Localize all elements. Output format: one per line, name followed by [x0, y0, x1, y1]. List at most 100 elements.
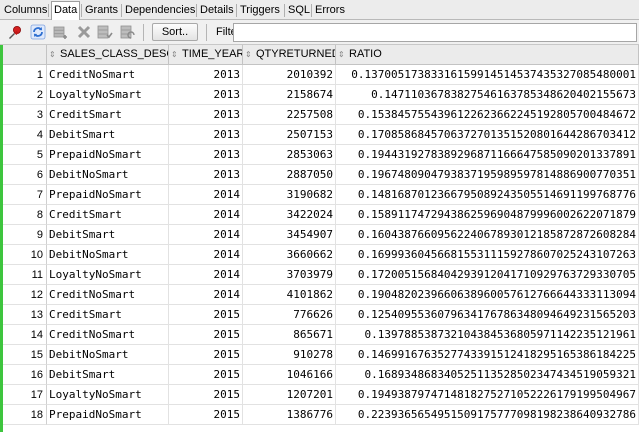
cell-ratio[interactable]: 0.16999360456681553111592786070252431072…: [336, 245, 639, 265]
delete-row-icon[interactable]: [76, 24, 92, 40]
cell-sales-class-desc[interactable]: DebitSmart: [47, 365, 169, 385]
cell-ratio[interactable]: 0.16043876609562240678930121858728726082…: [336, 225, 639, 245]
cell-ratio[interactable]: 0.22393656549515091757770981982386409327…: [336, 405, 639, 425]
table-row[interactable]: 18 PrepaidNoSmart 2015 1386776 0.22393656549…: [3, 405, 639, 425]
row-number[interactable]: 10: [3, 245, 47, 265]
pin-icon[interactable]: [7, 24, 23, 40]
cell-ratio[interactable]: 0.19493879747148182752710522261791995049…: [336, 385, 639, 405]
table-row[interactable]: 7 PrepaidNoSmart 2014 3190682 0.148168701236…: [3, 185, 639, 205]
cell-time-year[interactable]: 2015: [169, 325, 243, 345]
row-number[interactable]: 11: [3, 265, 47, 285]
cell-qtyreturned[interactable]: 2507153: [243, 125, 336, 145]
row-number[interactable]: 17: [3, 385, 47, 405]
cell-time-year[interactable]: 2015: [169, 405, 243, 425]
cell-qtyreturned[interactable]: 3454907: [243, 225, 336, 245]
cell-ratio[interactable]: 0.19443192783892968711666475850902013378…: [336, 145, 639, 165]
column-header-sales-class-desc[interactable]: ⇕ SALES_CLASS_DESC: [47, 45, 169, 65]
cell-ratio[interactable]: 0.16893486834052511352850234743451905932…: [336, 365, 639, 385]
cell-sales-class-desc[interactable]: DebitNoSmart: [47, 245, 169, 265]
table-row[interactable]: 9 DebitSmart 2014 3454907 0.1604387660956224…: [3, 225, 639, 245]
cell-sales-class-desc[interactable]: CreditSmart: [47, 105, 169, 125]
cell-sales-class-desc[interactable]: LoyaltyNoSmart: [47, 265, 169, 285]
table-row[interactable]: 2 LoyaltyNoSmart 2013 2158674 0.147110367838…: [3, 85, 639, 105]
row-number[interactable]: 13: [3, 305, 47, 325]
cell-time-year[interactable]: 2013: [169, 125, 243, 145]
row-number[interactable]: 3: [3, 105, 47, 125]
cell-time-year[interactable]: 2013: [169, 165, 243, 185]
tab-sql[interactable]: SQL: [286, 2, 312, 19]
row-number[interactable]: 8: [3, 205, 47, 225]
table-row[interactable]: 13 CreditSmart 2015 776626 0.125409553607963…: [3, 305, 639, 325]
insert-row-icon[interactable]: [53, 24, 69, 40]
table-row[interactable]: 11 LoyaltyNoSmart 2014 3703979 0.17200515684…: [3, 265, 639, 285]
row-number[interactable]: 12: [3, 285, 47, 305]
cell-time-year[interactable]: 2014: [169, 225, 243, 245]
row-number[interactable]: 5: [3, 145, 47, 165]
cell-time-year[interactable]: 2014: [169, 185, 243, 205]
table-row[interactable]: 15 DebitNoSmart 2015 910278 0.14699167635277…: [3, 345, 639, 365]
cell-time-year[interactable]: 2013: [169, 85, 243, 105]
cell-qtyreturned[interactable]: 3660662: [243, 245, 336, 265]
row-number[interactable]: 15: [3, 345, 47, 365]
tab-grants[interactable]: Grants: [83, 2, 120, 19]
cell-time-year[interactable]: 2014: [169, 285, 243, 305]
cell-qtyreturned[interactable]: 2010392: [243, 65, 336, 85]
refresh-icon[interactable]: [30, 24, 46, 40]
cell-sales-class-desc[interactable]: PrepaidNoSmart: [47, 185, 169, 205]
cell-ratio[interactable]: 0.14699167635277433915124182951653861842…: [336, 345, 639, 365]
cell-time-year[interactable]: 2015: [169, 305, 243, 325]
cell-ratio[interactable]: 0.12540955360796341767863480946492315652…: [336, 305, 639, 325]
cell-time-year[interactable]: 2014: [169, 245, 243, 265]
cell-time-year[interactable]: 2013: [169, 105, 243, 125]
cell-ratio[interactable]: 0.14711036783827546163785348620402155673: [336, 85, 639, 105]
table-row[interactable]: 3 CreditSmart 2013 2257508 0.153845755439612…: [3, 105, 639, 125]
cell-sales-class-desc[interactable]: CreditNoSmart: [47, 285, 169, 305]
cell-ratio[interactable]: 0.15891174729438625969048799960026220718…: [336, 205, 639, 225]
cell-ratio[interactable]: 0.17085868457063727013515208016442867034…: [336, 125, 639, 145]
cell-sales-class-desc[interactable]: DebitSmart: [47, 125, 169, 145]
cell-qtyreturned[interactable]: 776626: [243, 305, 336, 325]
cell-qtyreturned[interactable]: 865671: [243, 325, 336, 345]
table-row[interactable]: 14 CreditNoSmart 2015 865671 0.1397885387321…: [3, 325, 639, 345]
row-number[interactable]: 16: [3, 365, 47, 385]
cell-qtyreturned[interactable]: 3703979: [243, 265, 336, 285]
cell-sales-class-desc[interactable]: PrepaidNoSmart: [47, 145, 169, 165]
table-row[interactable]: 6 DebitNoSmart 2013 2887050 0.19674809047938…: [3, 165, 639, 185]
table-row[interactable]: 8 CreditSmart 2014 3422024 0.158911747294386…: [3, 205, 639, 225]
cell-sales-class-desc[interactable]: CreditSmart: [47, 205, 169, 225]
cell-sales-class-desc[interactable]: DebitSmart: [47, 225, 169, 245]
cell-ratio[interactable]: 0.19674809047938371959895978148869007703…: [336, 165, 639, 185]
row-number[interactable]: 18: [3, 405, 47, 425]
cell-time-year[interactable]: 2013: [169, 65, 243, 85]
cell-qtyreturned[interactable]: 2853063: [243, 145, 336, 165]
cell-sales-class-desc[interactable]: CreditNoSmart: [47, 65, 169, 85]
cell-qtyreturned[interactable]: 1207201: [243, 385, 336, 405]
table-row[interactable]: 12 CreditNoSmart 2014 4101862 0.190482023966…: [3, 285, 639, 305]
cell-qtyreturned[interactable]: 2887050: [243, 165, 336, 185]
cell-sales-class-desc[interactable]: LoyaltyNoSmart: [47, 385, 169, 405]
column-header-qtyreturned[interactable]: ⇕ QTYRETURNED: [243, 45, 336, 65]
table-row[interactable]: 16 DebitSmart 2015 1046166 0.168934868340525…: [3, 365, 639, 385]
row-number[interactable]: 1: [3, 65, 47, 85]
cell-ratio[interactable]: 0.13978853873210438453680597114223512196…: [336, 325, 639, 345]
cell-sales-class-desc[interactable]: CreditSmart: [47, 305, 169, 325]
cell-qtyreturned[interactable]: 1046166: [243, 365, 336, 385]
row-number[interactable]: 9: [3, 225, 47, 245]
row-number[interactable]: 14: [3, 325, 47, 345]
cell-time-year[interactable]: 2013: [169, 145, 243, 165]
table-row[interactable]: 17 LoyaltyNoSmart 2015 1207201 0.19493879747…: [3, 385, 639, 405]
filter-input[interactable]: [233, 23, 637, 42]
row-number[interactable]: 7: [3, 185, 47, 205]
table-row[interactable]: 1 CreditNoSmart 2013 2010392 0.1370051738331…: [3, 65, 639, 85]
column-header-ratio[interactable]: ⇕ RATIO: [336, 45, 639, 65]
cell-ratio[interactable]: 0.14816870123667950892435055146911997687…: [336, 185, 639, 205]
tab-columns[interactable]: Columns: [2, 2, 49, 19]
cell-sales-class-desc[interactable]: DebitNoSmart: [47, 165, 169, 185]
cell-qtyreturned[interactable]: 2257508: [243, 105, 336, 125]
tab-details[interactable]: Details: [198, 2, 236, 19]
cell-time-year[interactable]: 2014: [169, 265, 243, 285]
table-row[interactable]: 10 DebitNoSmart 2014 3660662 0.1699936045668…: [3, 245, 639, 265]
row-number[interactable]: 2: [3, 85, 47, 105]
tab-dependencies[interactable]: Dependencies: [123, 2, 197, 19]
cell-time-year[interactable]: 2015: [169, 345, 243, 365]
